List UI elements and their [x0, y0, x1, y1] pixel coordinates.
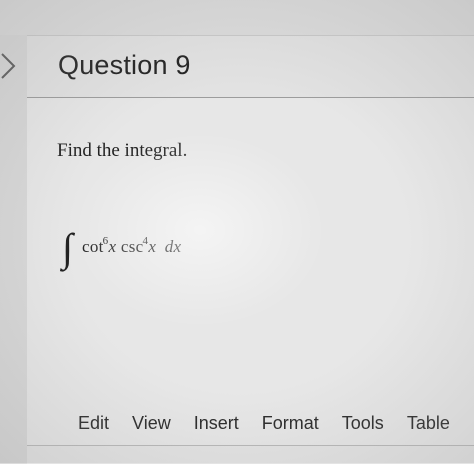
chevron-right-icon[interactable] [0, 48, 18, 84]
editor-menubar: Edit View Insert Format Tools Table [27, 407, 474, 439]
integral-sign: ∫ [62, 225, 73, 270]
menu-edit[interactable]: Edit [78, 413, 109, 434]
cot-variable: x [108, 237, 117, 256]
question-header: Question 9 [27, 35, 474, 98]
menu-insert[interactable]: Insert [194, 413, 239, 434]
cot-function: cot [82, 237, 104, 256]
left-panel-edge [0, 35, 28, 463]
question-title: Question 9 [58, 50, 191, 80]
chevron-right-icon-graphic [1, 53, 16, 79]
menu-format[interactable]: Format [262, 413, 319, 434]
csc-function: csc [120, 237, 144, 256]
csc-variable: x [148, 237, 157, 256]
question-prompt: Find the integral. [57, 140, 188, 161]
integrand: cot6x csc4x dx [82, 235, 181, 257]
question-card: Question 9 Find the integral. ∫ cot6x cs… [27, 35, 474, 464]
differential: dx [164, 237, 182, 256]
menu-view[interactable]: View [132, 413, 171, 434]
menu-table[interactable]: Table [407, 413, 450, 434]
editor-toolbar-edge [27, 445, 474, 464]
menu-tools[interactable]: Tools [342, 413, 384, 434]
